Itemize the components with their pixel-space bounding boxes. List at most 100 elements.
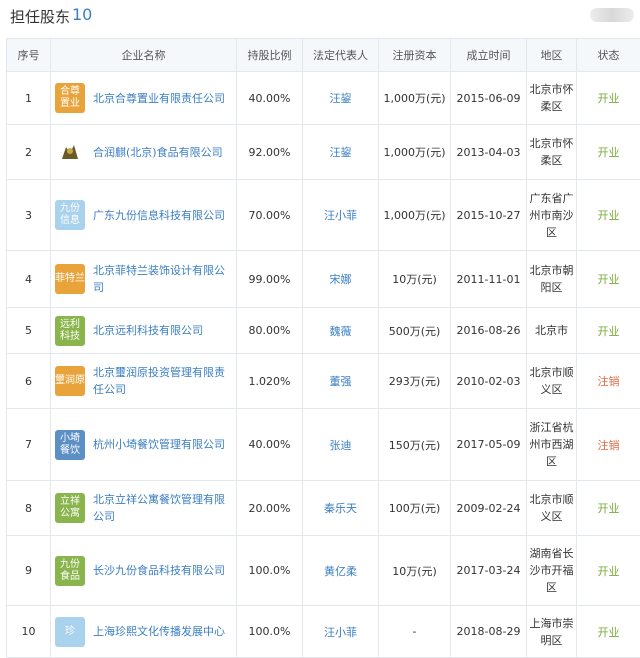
- region: 北京市怀柔区: [527, 125, 577, 180]
- company-cell: 合尊置业北京合尊置业有限责任公司: [51, 72, 237, 125]
- column-header: 企业名称: [51, 39, 237, 72]
- company-cell: 菲特兰北京菲特兰装饰设计有限公司: [51, 251, 237, 308]
- company-cell: 璽润原北京璽润原投资管理有限责任公司: [51, 354, 237, 409]
- company-cell: 九份食品长沙九份食品科技有限公司: [51, 536, 237, 606]
- company-name-link[interactable]: 北京远利科技有限公司: [93, 322, 203, 339]
- status-badge: 开业: [577, 125, 640, 180]
- registered-capital: 500万(元): [379, 308, 451, 354]
- status-badge: 开业: [577, 251, 640, 308]
- share-ratio: 70.00%: [237, 180, 303, 251]
- row-number: 3: [7, 180, 51, 251]
- row-number: 10: [7, 606, 51, 658]
- company-cell: 九份信息广东九份信息科技有限公司: [51, 180, 237, 251]
- share-ratio: 100.0%: [237, 536, 303, 606]
- registered-capital: 10万(元): [379, 251, 451, 308]
- region: 湖南省长沙市开福区: [527, 536, 577, 606]
- company-cell: 小埼餐饮杭州小埼餐饮管理有限公司: [51, 409, 237, 481]
- table-row: 1合尊置业北京合尊置业有限责任公司40.00%汪鋆1,000万(元)2015-0…: [7, 72, 640, 125]
- registered-capital: 10万(元): [379, 536, 451, 606]
- table-row: 4菲特兰北京菲特兰装饰设计有限公司99.00%宋娜10万(元)2011-11-0…: [7, 251, 640, 308]
- column-header: 状态: [577, 39, 640, 72]
- table-row: 3九份信息广东九份信息科技有限公司70.00%汪小菲1,000万(元)2015-…: [7, 180, 640, 251]
- legal-representative-link[interactable]: 汪鋆: [303, 125, 379, 180]
- legal-representative-link[interactable]: 宋娜: [303, 251, 379, 308]
- row-number: 6: [7, 354, 51, 409]
- share-ratio: 40.00%: [237, 409, 303, 481]
- company-name-link[interactable]: 长沙九份食品科技有限公司: [93, 562, 225, 579]
- company-logo-icon: 珍: [55, 617, 85, 647]
- established-date: 2018-08-29: [451, 606, 527, 658]
- blurred-region: [590, 8, 634, 22]
- established-date: 2009-02-24: [451, 481, 527, 536]
- status-badge: 开业: [577, 481, 640, 536]
- legal-representative-link[interactable]: 汪鋆: [303, 72, 379, 125]
- region: 北京市: [527, 308, 577, 354]
- established-date: 2010-02-03: [451, 354, 527, 409]
- section-title: 担任股东: [10, 6, 70, 27]
- company-logo-icon: 九份信息: [55, 200, 85, 230]
- legal-representative-link[interactable]: 魏薇: [303, 308, 379, 354]
- table-row: 5远利科技北京远利科技有限公司80.00%魏薇500万(元)2016-08-26…: [7, 308, 640, 354]
- company-cell: 立祥公寓北京立祥公寓餐饮管理有限公司: [51, 481, 237, 536]
- status-badge: 开业: [577, 536, 640, 606]
- company-name-link[interactable]: 合润麒(北京)食品有限公司: [93, 144, 223, 161]
- column-header: 法定代表人: [303, 39, 379, 72]
- company-name-link[interactable]: 北京菲特兰装饰设计有限公司: [93, 262, 232, 296]
- table-row: 7小埼餐饮杭州小埼餐饮管理有限公司40.00%张迪150万(元)2017-05-…: [7, 409, 640, 481]
- shareholding-table: 序号 企业名称 持股比例 法定代表人 注册资本 成立时间 地区 状态 1合尊置业…: [6, 38, 640, 658]
- registered-capital: 293万(元): [379, 354, 451, 409]
- company-logo-icon: 合尊置业: [55, 83, 85, 113]
- region: 北京市顺义区: [527, 481, 577, 536]
- registered-capital: 100万(元): [379, 481, 451, 536]
- company-cell: 珍上海珍熙文化传播发展中心: [51, 606, 237, 658]
- legal-representative-link[interactable]: 汪小菲: [303, 606, 379, 658]
- company-cell: 远利科技北京远利科技有限公司: [51, 308, 237, 354]
- region: 北京市朝阳区: [527, 251, 577, 308]
- row-number: 8: [7, 481, 51, 536]
- share-ratio: 20.00%: [237, 481, 303, 536]
- status-badge: 注销: [577, 409, 640, 481]
- legal-representative-link[interactable]: 董强: [303, 354, 379, 409]
- registered-capital: 150万(元): [379, 409, 451, 481]
- row-number: 4: [7, 251, 51, 308]
- row-number: 2: [7, 125, 51, 180]
- company-logo-icon: 小埼餐饮: [55, 430, 85, 460]
- region: 北京市顺义区: [527, 354, 577, 409]
- region: 浙江省杭州市西湖区: [527, 409, 577, 481]
- company-name-link[interactable]: 杭州小埼餐饮管理有限公司: [93, 436, 225, 453]
- table-row: 2合润麒(北京)食品有限公司92.00%汪鋆1,000万(元)2013-04-0…: [7, 125, 640, 180]
- company-name-link[interactable]: 广东九份信息科技有限公司: [93, 207, 225, 224]
- shareholder-count: 10: [72, 5, 92, 24]
- status-badge: 开业: [577, 180, 640, 251]
- legal-representative-link[interactable]: 黄亿柔: [303, 536, 379, 606]
- share-ratio: 99.00%: [237, 251, 303, 308]
- share-ratio: 1.020%: [237, 354, 303, 409]
- table-row: 6璽润原北京璽润原投资管理有限责任公司1.020%董强293万(元)2010-0…: [7, 354, 640, 409]
- registered-capital: 1,000万(元): [379, 72, 451, 125]
- share-ratio: 100.0%: [237, 606, 303, 658]
- region: 上海市崇明区: [527, 606, 577, 658]
- company-name-link[interactable]: 北京合尊置业有限责任公司: [93, 90, 225, 107]
- table-row: 10珍上海珍熙文化传播发展中心100.0%汪小菲-2018-08-29上海市崇明…: [7, 606, 640, 658]
- column-header: 注册资本: [379, 39, 451, 72]
- legal-representative-link[interactable]: 秦乐天: [303, 481, 379, 536]
- company-name-link[interactable]: 北京立祥公寓餐饮管理有限公司: [93, 491, 232, 525]
- established-date: 2015-10-27: [451, 180, 527, 251]
- row-number: 1: [7, 72, 51, 125]
- column-header: 成立时间: [451, 39, 527, 72]
- established-date: 2017-03-24: [451, 536, 527, 606]
- company-name-link[interactable]: 北京璽润原投资管理有限责任公司: [93, 364, 232, 398]
- legal-representative-link[interactable]: 张迪: [303, 409, 379, 481]
- row-number: 5: [7, 308, 51, 354]
- company-logo-icon: 立祥公寓: [55, 493, 85, 523]
- legal-representative-link[interactable]: 汪小菲: [303, 180, 379, 251]
- company-name-link[interactable]: 上海珍熙文化传播发展中心: [93, 623, 225, 640]
- status-badge: 注销: [577, 354, 640, 409]
- region: 广东省广州市南沙区: [527, 180, 577, 251]
- registered-capital: -: [379, 606, 451, 658]
- section-header: 担任股东 10: [0, 0, 640, 34]
- established-date: 2016-08-26: [451, 308, 527, 354]
- table-row: 8立祥公寓北京立祥公寓餐饮管理有限公司20.00%秦乐天100万(元)2009-…: [7, 481, 640, 536]
- row-number: 9: [7, 536, 51, 606]
- share-ratio: 40.00%: [237, 72, 303, 125]
